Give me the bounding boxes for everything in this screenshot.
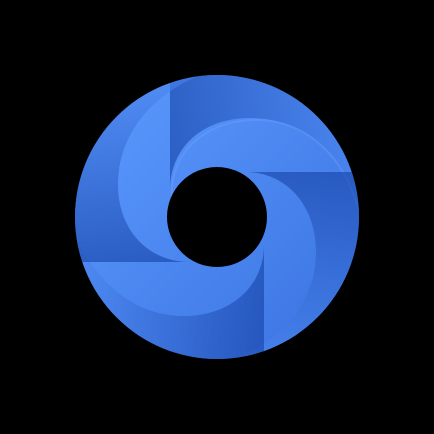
- ring-center-hole: [167, 167, 267, 267]
- app-icon-canvas: [0, 0, 434, 434]
- swirl-ring-logo-icon: [75, 75, 359, 359]
